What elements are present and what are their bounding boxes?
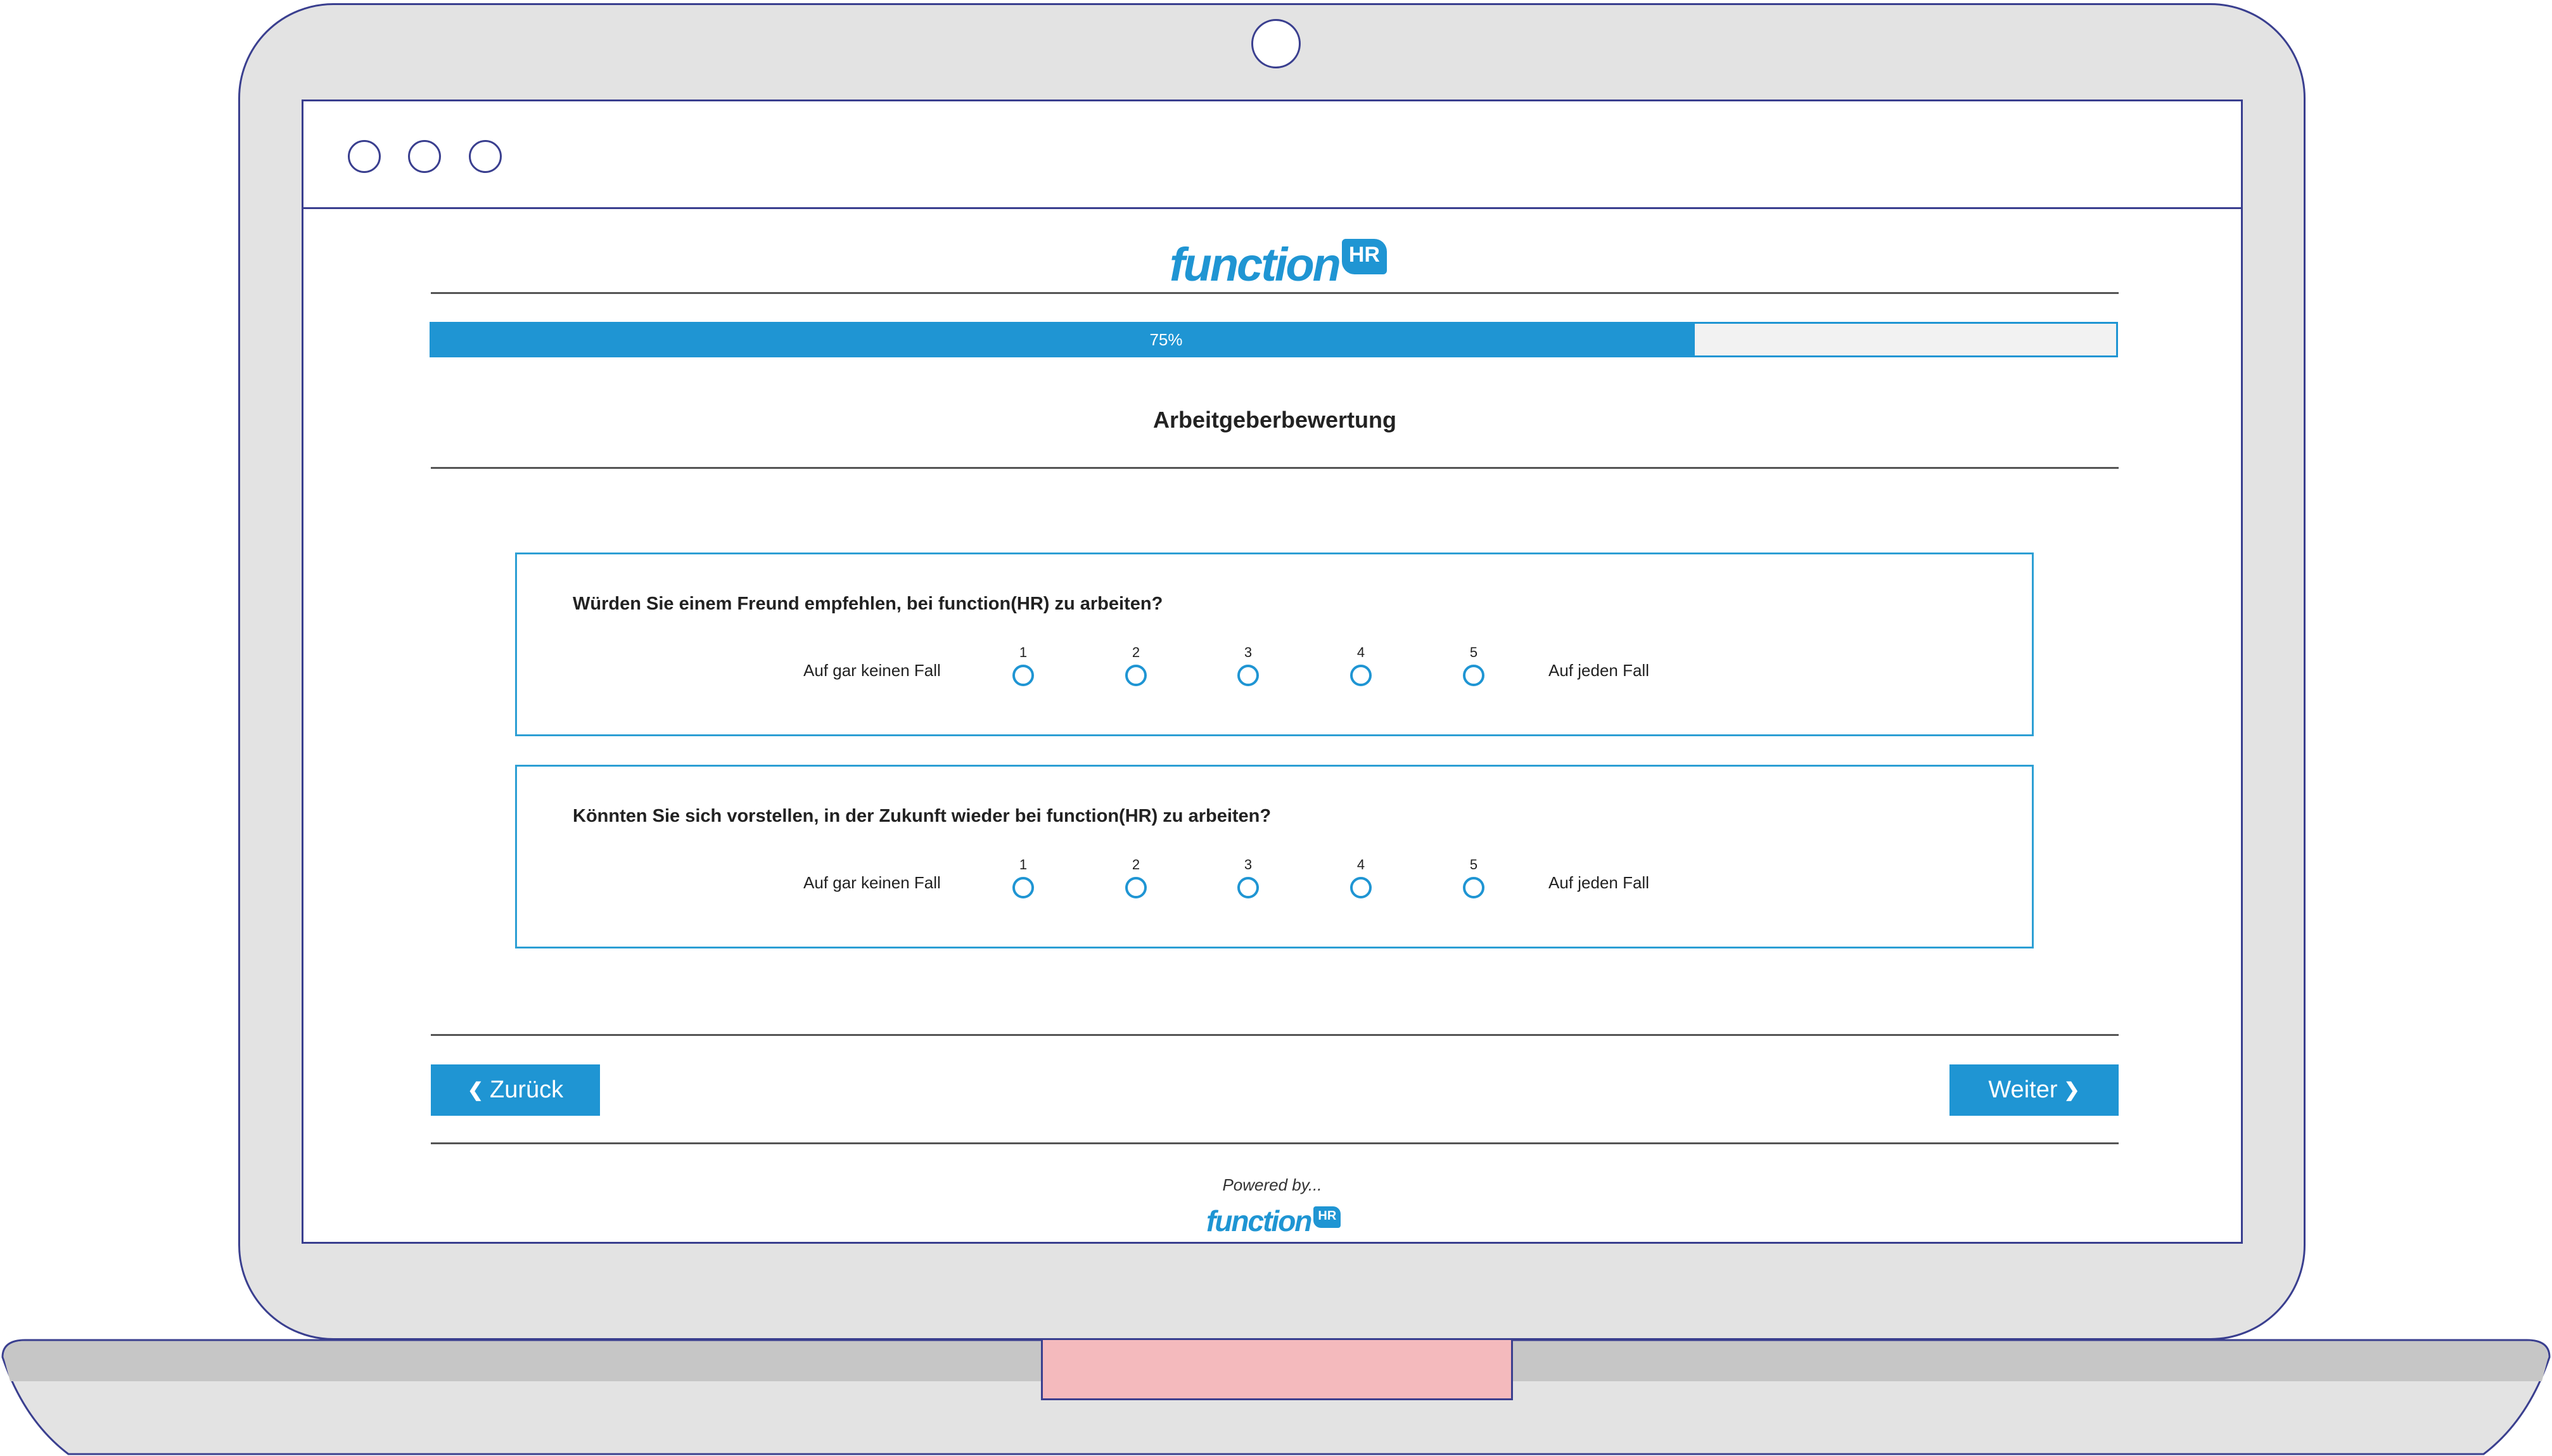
logo-wordmark: function [1170,238,1341,291]
chevron-left-icon: ❮ [467,1080,483,1101]
back-button-label: Zurück [490,1076,564,1103]
chevron-right-icon: ❯ [2064,1080,2080,1101]
rating-option-number: 3 [1244,644,1253,660]
rating-option-2[interactable]: 2 [1123,643,1149,686]
rating-option-3[interactable]: 3 [1235,855,1261,898]
header-divider [431,292,2119,294]
question-card: Würden Sie einem Freund empfehlen, bei f… [515,552,2034,736]
rating-option-1[interactable]: 1 [1011,855,1036,898]
title-divider [431,467,2119,469]
window-minimize-button[interactable] [408,140,441,173]
progress-label: 75% [431,324,2116,355]
question-text: Könnten Sie sich vorstellen, in der Zuku… [573,806,1272,826]
rating-option-5[interactable]: 5 [1461,855,1486,898]
radio-unchecked-icon[interactable] [1237,665,1259,686]
scale-low-label: Auf gar keinen Fall [803,661,941,680]
next-button[interactable]: Weiter ❯ [1949,1064,2119,1116]
rating-option-number: 2 [1132,857,1140,872]
rating-option-number: 3 [1244,857,1253,872]
logo-badge: HR [1341,239,1387,274]
radio-unchecked-icon[interactable] [1350,877,1372,898]
radio-unchecked-icon[interactable] [1012,877,1034,898]
question-text: Würden Sie einem Freund empfehlen, bei f… [573,594,1163,614]
rating-option-number: 1 [1019,644,1028,660]
brand-logo: function HR [1170,219,1387,288]
webcam-icon [1251,19,1301,68]
browser-window: function HR 75% Arbeitgeberbewertung Wür… [302,99,2243,1244]
scale-high-label: Auf jeden Fall [1548,873,1649,892]
question-card: Könnten Sie sich vorstellen, in der Zuku… [515,765,2034,948]
nav-top-divider [431,1034,2119,1036]
window-close-button[interactable] [348,140,381,173]
progress-bar: 75% [430,322,2118,357]
rating-option-1[interactable]: 1 [1011,643,1036,686]
rating-option-number: 5 [1469,644,1478,660]
radio-unchecked-icon[interactable] [1125,877,1147,898]
rating-option-number: 2 [1132,644,1140,660]
progress-percent-text: 75% [1149,329,1183,349]
section-title: Arbeitgeberbewertung [1152,407,1397,433]
rating-option-2[interactable]: 2 [1123,855,1149,898]
rating-option-number: 5 [1469,857,1478,872]
window-maximize-button[interactable] [469,140,502,173]
nav-bottom-divider [431,1142,2119,1144]
scale-low-label: Auf gar keinen Fall [803,873,941,892]
powered-by-text: Powered by... [1222,1175,1322,1194]
radio-unchecked-icon[interactable] [1463,877,1484,898]
radio-unchecked-icon[interactable] [1350,665,1372,686]
scale-high-label: Auf jeden Fall [1548,661,1649,680]
rating-option-4[interactable]: 4 [1348,643,1374,686]
logo-wordmark: function [1206,1204,1312,1237]
radio-unchecked-icon[interactable] [1125,665,1147,686]
radio-unchecked-icon[interactable] [1463,665,1484,686]
logo-badge: HR [1313,1206,1341,1228]
rating-option-5[interactable]: 5 [1461,643,1486,686]
rating-option-3[interactable]: 3 [1235,643,1261,686]
radio-unchecked-icon[interactable] [1237,877,1259,898]
footer-brand-logo: function HR [1206,1197,1341,1236]
rating-option-number: 4 [1356,857,1365,872]
trackpad [1041,1340,1513,1400]
rating-option-number: 1 [1019,857,1028,872]
rating-option-4[interactable]: 4 [1348,855,1374,898]
back-button[interactable]: ❮ Zurück [431,1064,600,1116]
next-button-label: Weiter [1988,1076,2058,1103]
window-titlebar [303,101,2241,209]
rating-option-number: 4 [1356,644,1365,660]
radio-unchecked-icon[interactable] [1012,665,1034,686]
